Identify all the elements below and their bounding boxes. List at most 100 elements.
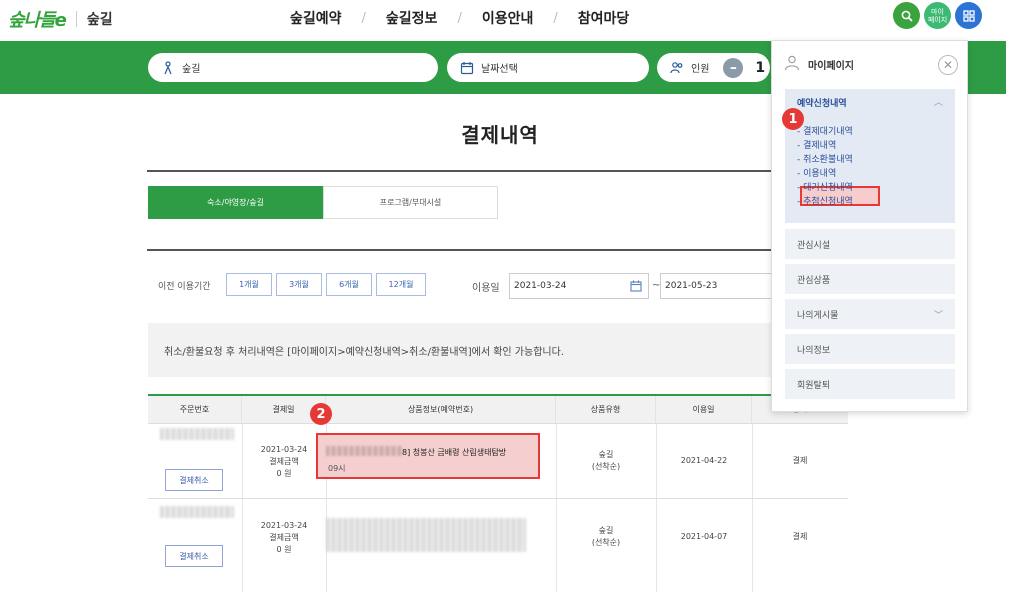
- people-label: 인원: [691, 64, 710, 75]
- menu-my-posts-label: 나의게시물: [797, 310, 839, 321]
- period-6-month-button[interactable]: 6개월: [326, 273, 372, 296]
- status-cell: 결제: [792, 456, 808, 465]
- hiker-icon: [160, 60, 176, 76]
- menu-my-info-label: 나의정보: [797, 345, 831, 356]
- tab-program-facility[interactable]: 프로그램/부대시설: [323, 186, 498, 219]
- order-number-redacted: [160, 506, 234, 518]
- product-type-cell: 숲길 (선착순): [556, 448, 656, 474]
- page-title: 결제내역: [461, 123, 539, 147]
- nav-usage-guide[interactable]: 이용안내: [462, 8, 554, 28]
- product-title[interactable]: 8] 청봉산 금배령 산림생태탐방: [402, 447, 506, 458]
- refund-notice: 취소/환불요청 후 처리내역은 [마이페이지>예약신청내역>취소/환불내역]에서…: [148, 323, 848, 377]
- period-filter-label: 이전 이용기간: [158, 282, 211, 292]
- search-icon[interactable]: [893, 2, 920, 29]
- menu-favorite-facilities[interactable]: 관심시설: [785, 229, 955, 259]
- main-nav: 숲길예약 / 숲길정보 / 이용안내 / 참여마당: [270, 8, 649, 28]
- notice-text: 취소/환불요청 후 처리내역은 [마이페이지>예약신청내역>취소/환불내역]에서…: [164, 346, 564, 358]
- submenu-waitlist[interactable]: - 대기신청내역: [797, 183, 853, 194]
- use-date-cell: 2021-04-07: [680, 532, 728, 541]
- people-icon: [669, 60, 685, 76]
- menu-favorite-products[interactable]: 관심상품: [785, 264, 955, 294]
- period-12-month-button[interactable]: 12개월: [376, 273, 426, 296]
- grid-icon[interactable]: [955, 2, 982, 29]
- col-product-info: 상품정보(예약번호): [326, 396, 556, 424]
- col-order-number: 주문번호: [148, 396, 242, 424]
- order-number-redacted: [160, 428, 234, 440]
- col-use-date: 이용일: [656, 396, 752, 424]
- use-date-label: 이용일: [472, 283, 500, 294]
- mypage-panel: 마이페이지 ✕ 예약신청내역 ︿ - 결제대기내역 - 결제내역 - 취소환불내…: [771, 40, 968, 412]
- status-cell: 결제: [792, 532, 808, 541]
- row-divider: [148, 498, 848, 499]
- tabs-top-rule: [147, 170, 847, 172]
- calendar-icon[interactable]: [630, 280, 642, 295]
- cancel-payment-button[interactable]: 결제취소: [165, 545, 223, 567]
- menu-my-info[interactable]: 나의정보: [785, 334, 955, 364]
- tab-lodging-camping-trail[interactable]: 숙소/야영장/숲길: [148, 186, 323, 219]
- submenu-payment-history[interactable]: - 결제내역: [797, 141, 836, 152]
- people-select[interactable]: 인원 – 1: [657, 53, 770, 82]
- date-to-value: 2021-05-23: [665, 281, 718, 291]
- pay-date: 2021-03-24: [260, 521, 308, 530]
- date-select[interactable]: 날짜선택: [447, 53, 649, 82]
- people-decrease-button[interactable]: –: [723, 57, 744, 78]
- nav-forest-trail-reservation[interactable]: 숲길예약: [270, 8, 362, 28]
- nav-participation[interactable]: 참여마당: [558, 8, 650, 28]
- trail-select-label: 숲길: [182, 64, 201, 75]
- menu-my-posts[interactable]: 나의게시물 ﹀: [785, 299, 955, 329]
- product-type-sub: (선착순): [591, 538, 621, 547]
- reservation-number-redacted: [326, 446, 402, 456]
- period-3-month-button[interactable]: 3개월: [276, 273, 322, 296]
- date-select-label: 날짜선택: [481, 64, 518, 75]
- menu-reservation-history: 예약신청내역 ︿ - 결제대기내역 - 결제내역 - 취소환불내역 - 이용내역…: [785, 89, 955, 223]
- people-count: 1: [755, 59, 766, 76]
- product-info-redacted: [326, 518, 526, 552]
- product-info-highlight[interactable]: 8] 청봉산 금배령 산림생태탐방 09시: [316, 433, 540, 479]
- site-logo[interactable]: 숲나들e 숲길: [8, 6, 113, 32]
- mypage-button[interactable]: 마이 페이지: [924, 2, 951, 29]
- column-divider: [752, 424, 753, 592]
- menu-favorite-products-label: 관심상품: [797, 275, 831, 286]
- close-icon[interactable]: ✕: [938, 55, 958, 75]
- product-type-sub: (선착순): [591, 462, 621, 471]
- pay-date-cell: 2021-03-24 결제금액 0 원: [242, 438, 326, 486]
- submenu-lottery[interactable]: - 추첨신청내역: [797, 197, 853, 208]
- menu-withdraw[interactable]: 회원탈퇴: [785, 369, 955, 399]
- product-type: 숲길: [598, 450, 614, 459]
- date-from-input[interactable]: 2021-03-24: [509, 273, 649, 299]
- product-type: 숲길: [598, 526, 614, 535]
- menu-reservation-history-title[interactable]: 예약신청내역: [797, 96, 847, 109]
- col-product-type: 상품유형: [556, 396, 656, 424]
- pay-amount: 0 원: [276, 545, 292, 554]
- logo-mark: 숲나들e: [8, 10, 67, 31]
- submenu-pending-payment[interactable]: - 결제대기내역: [797, 127, 853, 138]
- submenu-cancel-refund[interactable]: - 취소환불내역: [797, 155, 853, 166]
- cancel-payment-button[interactable]: 결제취소: [165, 469, 223, 491]
- column-divider: [656, 424, 657, 592]
- submenu-usage-history[interactable]: - 이용내역: [797, 169, 836, 180]
- calendar-icon: [459, 60, 475, 76]
- product-time: 09시: [328, 464, 346, 473]
- pay-date: 2021-03-24: [260, 445, 308, 454]
- header-icon-group: 마이 페이지: [893, 2, 982, 29]
- period-1-month-button[interactable]: 1개월: [226, 273, 272, 296]
- menu-favorite-facilities-label: 관심시설: [797, 240, 831, 251]
- nav-forest-trail-info[interactable]: 숲길정보: [366, 8, 458, 28]
- chevron-up-icon[interactable]: ︿: [934, 95, 943, 108]
- date-from-value: 2021-03-24: [514, 281, 567, 291]
- pay-amount: 0 원: [276, 469, 292, 478]
- date-to-input[interactable]: 2021-05-23: [660, 273, 772, 299]
- tabs-bottom-rule: [147, 249, 847, 251]
- pay-date-cell: 2021-03-24 결제금액 0 원: [242, 514, 326, 562]
- product-type-cell: 숲길 (선착순): [556, 524, 656, 550]
- pay-amount-label: 결제금액: [269, 533, 299, 542]
- annotation-badge-2: 2: [310, 403, 332, 425]
- chevron-down-icon[interactable]: ﹀: [934, 308, 943, 321]
- logo-divider: [75, 11, 77, 27]
- trail-select[interactable]: 숲길: [148, 53, 438, 82]
- annotation-badge-1: 1: [782, 108, 804, 130]
- logo-subtitle: 숲길: [86, 12, 113, 28]
- panel-title: 마이페이지: [808, 61, 854, 72]
- pay-amount-label: 결제금액: [269, 457, 299, 466]
- use-date-cell: 2021-04-22: [680, 456, 728, 465]
